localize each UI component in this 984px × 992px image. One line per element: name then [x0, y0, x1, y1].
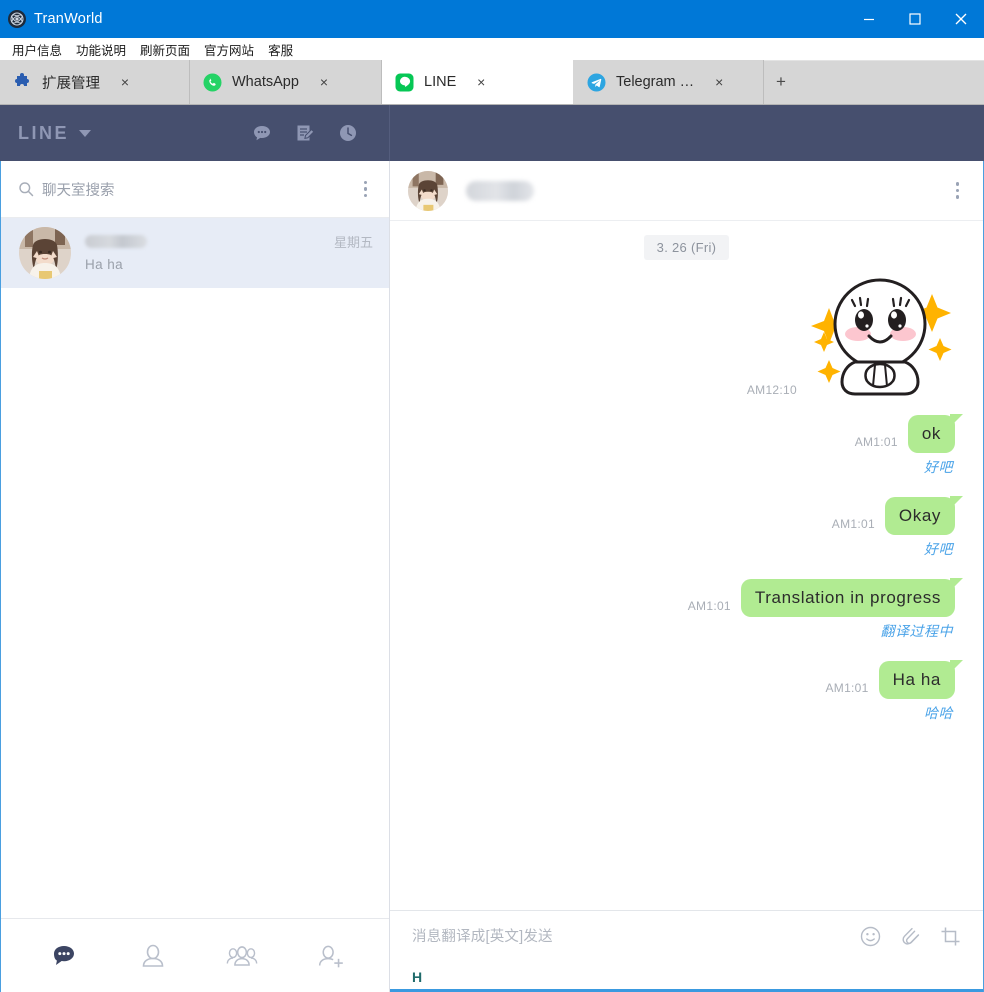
nav-friends[interactable] [136, 939, 170, 973]
message-row: AM1:01 Translation in progress [418, 578, 964, 617]
sidebar-bottom-nav [1, 918, 389, 992]
nav-chats[interactable] [47, 939, 81, 973]
list-item[interactable]: Ha ha 星期五 [1, 218, 389, 288]
tab-close-button[interactable]: × [315, 73, 333, 91]
tab-label: LINE [424, 74, 457, 90]
emoji-smiley-icon[interactable] [859, 925, 881, 947]
menu-item-user-info[interactable]: 用户信息 [5, 38, 69, 61]
line-main: 聊天室搜索 Ha ha 星期五 3. 26 (Fri) AM12:10 AM1:… [0, 161, 984, 992]
conversation-header [390, 161, 983, 221]
window-title: TranWorld [34, 11, 103, 27]
line-header-right [390, 105, 984, 161]
conversation-title-redacted [466, 180, 534, 201]
sparkle-praying-blob-sticker[interactable] [807, 266, 955, 401]
message-time: AM1:01 [831, 517, 875, 531]
tab-whatsapp[interactable]: WhatsApp × [190, 60, 382, 104]
composer-typed-text[interactable]: H [412, 969, 961, 985]
message-bubble[interactable]: ok [907, 414, 964, 453]
message-translation: 好吧 [924, 459, 953, 475]
tab-line[interactable]: LINE × [382, 60, 574, 104]
message-bubble[interactable]: Ha ha [878, 660, 964, 699]
message-translation: 好吧 [924, 541, 953, 557]
tab-close-button[interactable]: × [116, 73, 134, 91]
kebab-menu-icon[interactable] [360, 177, 372, 202]
message-time: AM1:01 [687, 599, 731, 613]
message-time: AM12:10 [746, 383, 797, 397]
message-bubble[interactable]: Okay [884, 496, 964, 535]
menu-item-website[interactable]: 官方网站 [197, 38, 261, 61]
tranworld-window: TranWorld 用户信息 功能说明 刷新页面 官方网站 客服 扩展管理 × … [0, 0, 984, 992]
new-tab-button[interactable]: + [764, 60, 798, 104]
tab-close-button[interactable]: × [710, 73, 728, 91]
line-app-header: LINE [0, 105, 984, 161]
puzzle-piece-icon [12, 72, 32, 92]
kebab-menu-icon[interactable] [952, 178, 964, 203]
message-translation: 哈哈 [924, 705, 953, 721]
chat-list: Ha ha 星期五 [1, 218, 389, 918]
contact-name-redacted [85, 234, 147, 248]
close-button[interactable] [938, 0, 984, 38]
tranworld-logo-icon [8, 10, 26, 28]
menu-item-support[interactable]: 客服 [261, 38, 300, 61]
search-icon [17, 180, 35, 198]
avatar[interactable] [408, 170, 448, 211]
search-input[interactable]: 聊天室搜索 [42, 179, 115, 200]
line-header-icons [251, 122, 359, 144]
date-divider-row: 3. 26 (Fri) [418, 235, 955, 260]
message-composer: 消息翻译成[英文]发送 H [390, 910, 983, 992]
attachment-paperclip-icon[interactable] [899, 925, 921, 947]
message-bubble[interactable]: Translation in progress [740, 578, 964, 617]
message-input[interactable]: 消息翻译成[英文]发送 [412, 925, 553, 946]
tab-strip: 扩展管理 × WhatsApp × LINE × Telegram … × + [0, 60, 984, 105]
chevron-down-icon[interactable] [79, 129, 92, 137]
line-header-left: LINE [0, 105, 390, 161]
composer-icons [859, 925, 961, 947]
screenshot-crop-icon[interactable] [939, 925, 961, 947]
whatsapp-icon [202, 72, 222, 92]
avatar [19, 227, 71, 279]
maximize-button[interactable] [892, 0, 938, 38]
note-edit-icon[interactable] [294, 122, 316, 144]
chat-list-panel: 聊天室搜索 Ha ha 星期五 [0, 161, 390, 992]
menu-item-features[interactable]: 功能说明 [69, 38, 133, 61]
chat-bubble-icon[interactable] [251, 122, 273, 144]
date-divider: 3. 26 (Fri) [643, 235, 730, 260]
nav-groups[interactable] [225, 939, 259, 973]
composer-top-row: 消息翻译成[英文]发送 [412, 925, 961, 947]
line-app: LINE 聊天室搜索 Ha ha 星期五 3. 26 (Fri) AM12:10… [0, 105, 984, 992]
line-icon [394, 72, 414, 92]
tab-telegram[interactable]: Telegram … × [574, 60, 764, 104]
conversation-panel: 3. 26 (Fri) AM12:10 AM1:01 ok 好吧 AM1:01 … [390, 161, 984, 992]
message-translation: 翻译过程中 [880, 623, 953, 639]
message-row-sticker: AM12:10 [418, 266, 955, 401]
message-row: AM1:01 Ha ha [418, 660, 964, 699]
message-time: AM1:01 [825, 681, 869, 695]
window-controls [846, 0, 984, 38]
clock-history-icon[interactable] [337, 122, 359, 144]
line-logo-text: LINE [18, 122, 70, 143]
search-bar[interactable]: 聊天室搜索 [1, 161, 389, 218]
menu-bar: 用户信息 功能说明 刷新页面 官方网站 客服 [0, 38, 984, 61]
tab-label: WhatsApp [232, 74, 299, 90]
list-item-time: 星期五 [333, 235, 373, 250]
list-item-texts: Ha ha [85, 234, 334, 272]
message-list: 3. 26 (Fri) AM12:10 AM1:01 ok 好吧 AM1:01 … [390, 221, 983, 910]
message-row: AM1:01 ok [418, 414, 964, 453]
tab-label: Telegram … [616, 74, 695, 90]
list-item-preview: Ha ha [85, 256, 124, 272]
tab-close-button[interactable]: × [472, 73, 490, 91]
tab-label: 扩展管理 [42, 75, 100, 92]
tab-extensions[interactable]: 扩展管理 × [0, 60, 190, 104]
telegram-icon [586, 72, 606, 92]
message-time: AM1:01 [854, 435, 898, 449]
menu-item-refresh[interactable]: 刷新页面 [133, 38, 197, 61]
nav-add-friend[interactable] [314, 939, 348, 973]
message-row: AM1:01 Okay [418, 496, 964, 535]
minimize-button[interactable] [846, 0, 892, 38]
title-bar: TranWorld [0, 0, 984, 38]
